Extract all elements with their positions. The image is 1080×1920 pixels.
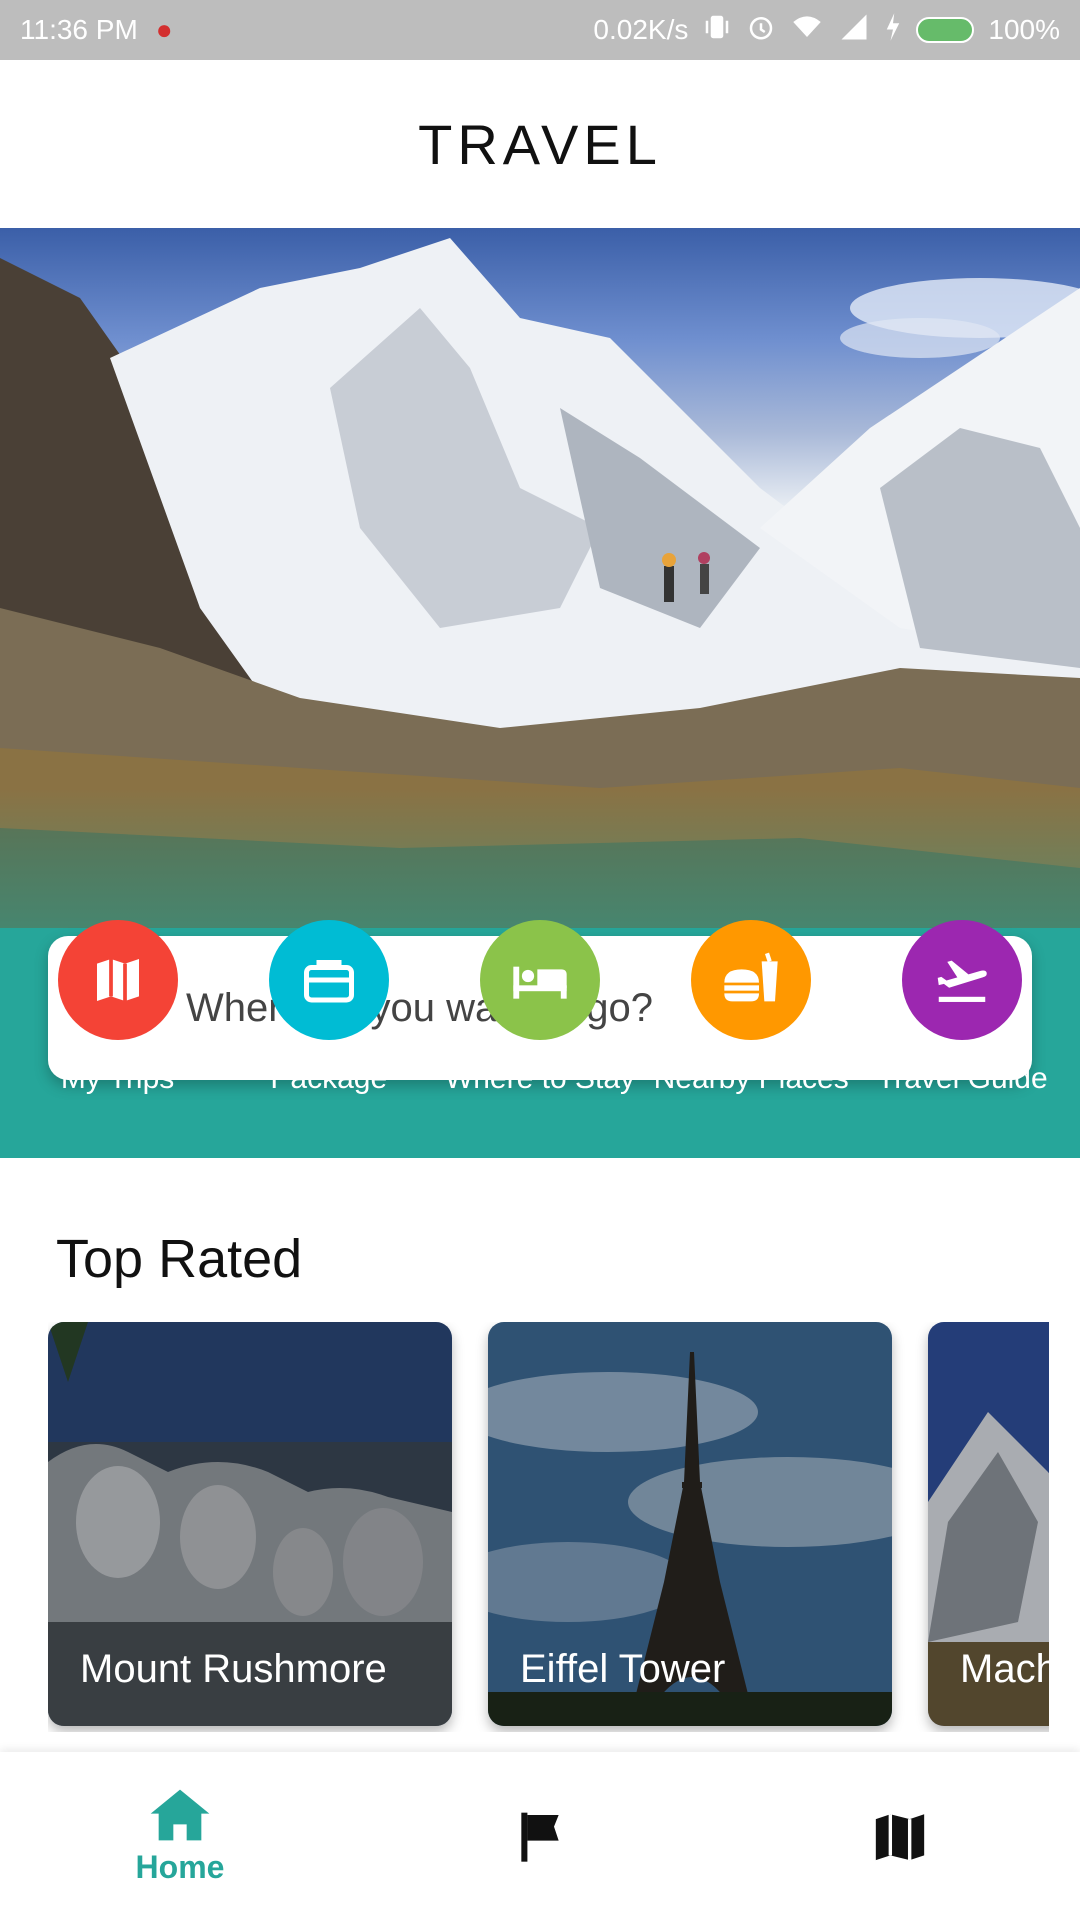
vibrate-icon	[702, 12, 732, 49]
my-trips-button[interactable]	[57, 920, 178, 1040]
alarm-icon	[746, 12, 776, 49]
category-label: Travel Guide	[877, 1062, 1048, 1095]
bottom-navigation: Home	[0, 1752, 1080, 1920]
top-rated-carousel[interactable]: Mount Rushmore Eiffel Tower Mach	[48, 1322, 1049, 1732]
screen: 11:36 PM ● 0.02K/s 100% TRAVEL Where do …	[0, 0, 1080, 1920]
app-bar: TRAVEL	[0, 60, 1080, 228]
package-button[interactable]	[268, 920, 389, 1040]
map-icon	[875, 1814, 925, 1861]
cell-signal-icon	[838, 12, 870, 49]
network-speed: 0.02K/s	[593, 14, 689, 45]
app-title: TRAVEL	[418, 112, 662, 176]
travel-guide-button[interactable]	[902, 920, 1023, 1040]
category-nearby-places[interactable]: Nearby Places	[646, 920, 856, 1096]
card-label: Mount Rushmore	[80, 1647, 387, 1691]
hotel-bed-icon	[513, 966, 567, 999]
nav-flag[interactable]	[390, 1806, 690, 1866]
charging-icon	[884, 12, 902, 49]
category-travel-guide[interactable]: Travel Guide	[857, 920, 1067, 1096]
card-machapuchare[interactable]: Mach	[928, 1322, 1049, 1726]
home-icon	[150, 1789, 210, 1840]
flag-icon	[521, 1812, 559, 1862]
nav-home[interactable]: Home	[30, 1787, 330, 1886]
category-label: Where to Stay	[444, 1062, 635, 1095]
category-package[interactable]: Package	[224, 920, 434, 1096]
card-mount-rushmore[interactable]: Mount Rushmore	[48, 1322, 452, 1726]
status-bar: 11:36 PM ● 0.02K/s 100%	[0, 0, 1080, 60]
status-time: 11:36 PM	[20, 14, 138, 45]
category-my-trips[interactable]: My Trips	[13, 920, 223, 1096]
map-icon	[96, 959, 139, 1001]
battery-icon	[916, 17, 975, 43]
card-label: Mach	[960, 1647, 1049, 1691]
category-where-to-stay[interactable]: Where to Stay	[435, 920, 645, 1096]
category-label: My Trips	[60, 1062, 175, 1095]
where-to-stay-button[interactable]	[479, 920, 600, 1040]
battery-level: 100%	[988, 14, 1060, 45]
section-title-top-rated: Top Rated	[56, 1229, 303, 1289]
nav-home-label: Home	[135, 1848, 225, 1885]
briefcase-icon	[303, 960, 354, 1003]
category-label: Package	[270, 1062, 388, 1095]
nearby-places-button[interactable]	[691, 920, 812, 1040]
fastfood-icon	[724, 952, 778, 1002]
nav-map[interactable]	[750, 1807, 1050, 1865]
crab-notification-icon: ●	[155, 14, 173, 45]
category-label: Nearby Places	[653, 1062, 849, 1095]
flight-takeoff-icon	[938, 960, 988, 1002]
card-label: Eiffel Tower	[520, 1647, 726, 1691]
category-row: My Trips Package Where to Stay Nearby Pl…	[0, 920, 1080, 1160]
card-eiffel-tower[interactable]: Eiffel Tower	[488, 1322, 892, 1726]
wifi-icon	[790, 12, 824, 49]
